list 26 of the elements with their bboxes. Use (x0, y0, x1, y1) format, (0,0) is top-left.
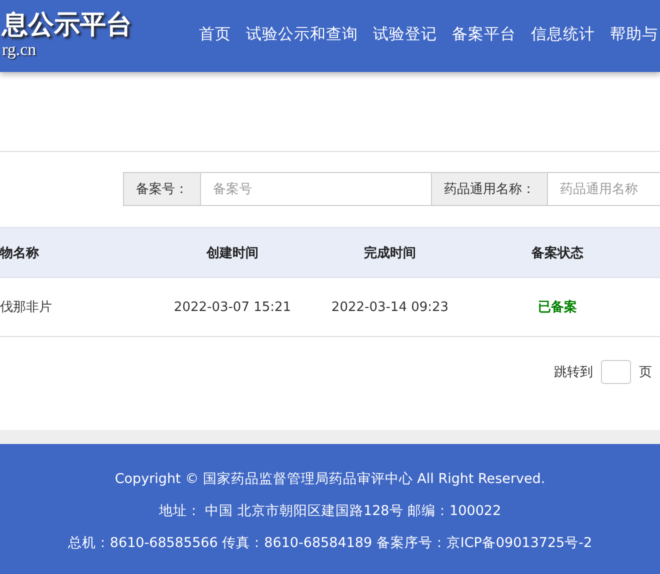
status-text: 已备案 (537, 298, 578, 316)
site-url: rg.cn (2, 41, 38, 59)
table-cell-text: 伐那非片 (0, 299, 53, 316)
footer-text: 地址： 中国 北京市朝阳区建国路128号 邮编：100022 (158, 502, 502, 521)
nav-link[interactable]: 试验公示和查询 (246, 23, 358, 45)
footer-text: Copyright © 国家药品监督管理局药品审评中心 All Right Reserved. (114, 470, 546, 489)
field-label: 药品通用名称： (431, 172, 548, 206)
nav-link[interactable]: 首页 (199, 23, 231, 45)
nav-link[interactable]: 备案平台 (452, 23, 516, 45)
column-header: 备案状态 (530, 244, 584, 262)
column-header: 完成时间 (363, 244, 417, 262)
nav-link[interactable]: 帮助与 (610, 23, 658, 45)
table-cell-text: 2022-03-14 09:23 (330, 300, 450, 314)
column-header: 创建时间 (205, 244, 260, 262)
page-label: 页 (639, 364, 652, 381)
column-header: 物名称 (0, 244, 40, 262)
site-title: 息公示平台 (2, 9, 133, 41)
nav-link[interactable]: 试验登记 (373, 23, 437, 45)
search-field[interactable]: 药品通用名称 (548, 172, 660, 206)
field-label: 备案号： (123, 172, 201, 206)
jump-label: 跳转到 (554, 364, 593, 381)
search-field[interactable]: 备案号 (201, 172, 431, 206)
page-input[interactable] (601, 360, 631, 384)
table-cell-text: 2022-03-07 15:21 (172, 300, 292, 314)
footer-text: 总机：8610-68585566 传真：8610-68584189 备案序号：京ICP备09013725号-2 (68, 534, 592, 553)
nav-link[interactable]: 信息统计 (531, 23, 595, 45)
